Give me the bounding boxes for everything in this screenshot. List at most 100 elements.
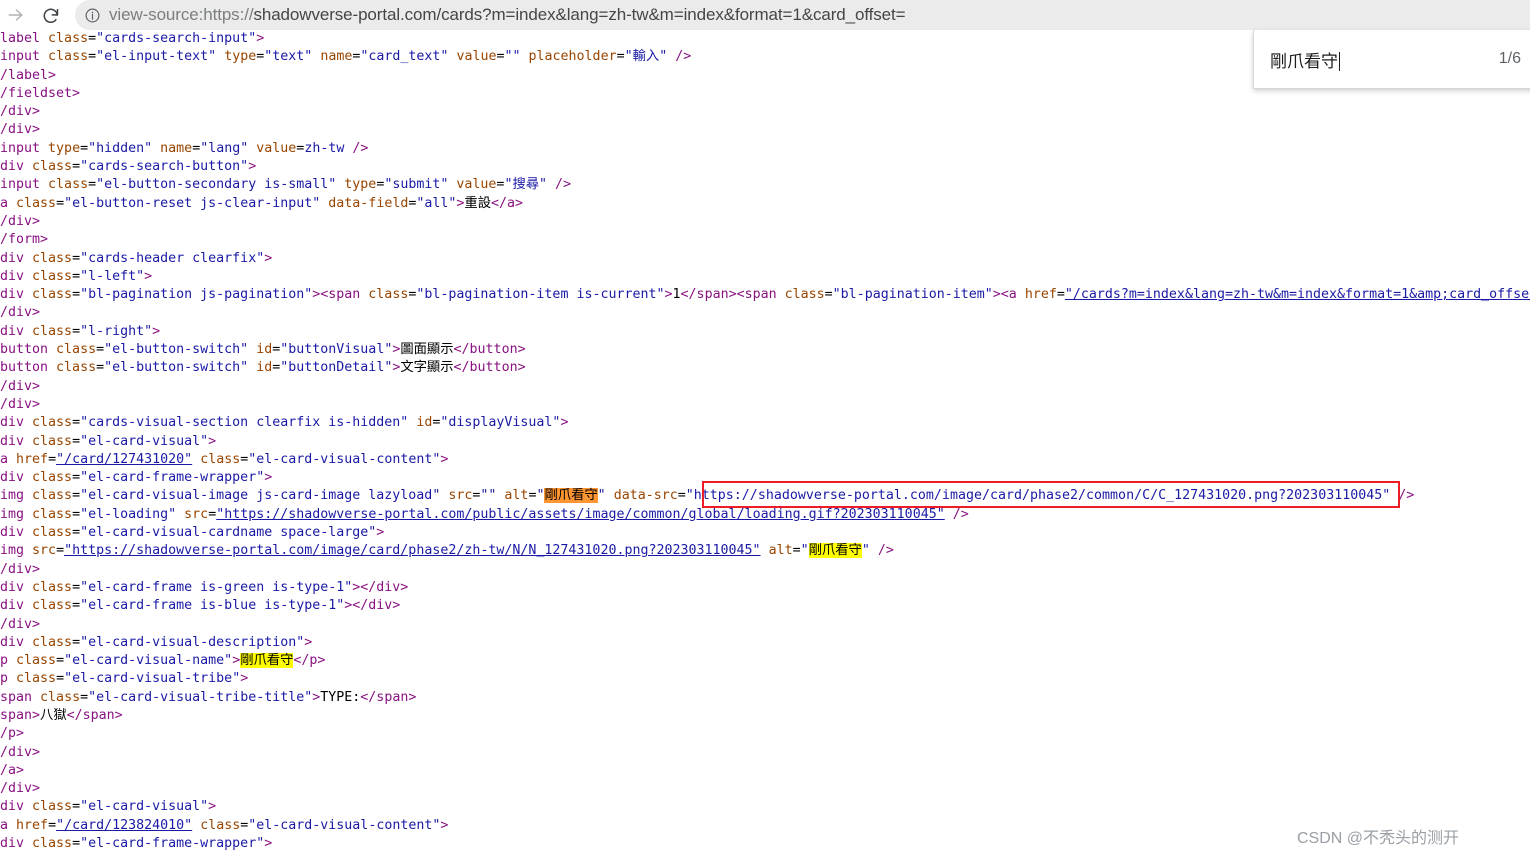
source-token: =: [72, 488, 81, 504]
source-token: class: [32, 433, 73, 449]
source-token: "": [504, 49, 521, 65]
source-token: 圖面顯示: [400, 342, 454, 358]
source-token: "all": [416, 195, 457, 211]
source-token: =: [56, 653, 65, 669]
source-token: "輸入": [624, 49, 668, 65]
source-token: class: [32, 287, 73, 303]
source-token: <div: [0, 268, 25, 284]
source-line: <div class="cards-visual-section clearfi…: [0, 414, 1530, 432]
source-token: "el-loading": [80, 506, 177, 522]
reload-icon: [43, 8, 58, 23]
source-token: =: [56, 543, 65, 559]
source-token: </div>: [0, 104, 41, 120]
source-token: >: [440, 817, 449, 833]
source-token: class: [32, 470, 73, 486]
view-source-content: <label class="cards-search-input"><input…: [0, 30, 1530, 853]
source-token: "buttonVisual": [280, 342, 393, 358]
source-token: =: [56, 671, 65, 687]
find-input[interactable]: 剛爪看守: [1254, 47, 1499, 72]
source-token: </div>: [0, 396, 41, 412]
source-token: class: [32, 159, 73, 175]
url-scheme: view-source:https://: [109, 5, 254, 24]
source-token: >: [304, 634, 313, 650]
reload-button[interactable]: [36, 2, 64, 28]
source-token: class: [32, 506, 73, 522]
forward-button[interactable]: [2, 2, 30, 28]
source-token: =: [72, 268, 81, 284]
source-token: class: [48, 177, 89, 193]
source-token: "el-card-visual-content": [248, 451, 441, 467]
source-token[interactable]: "/cards?m=index&lang=zh-tw&m=index&forma…: [1065, 287, 1530, 302]
site-info-icon[interactable]: [75, 7, 109, 24]
source-line: <div class="l-right">: [0, 323, 1530, 341]
source-token: <div: [0, 415, 25, 431]
source-token: =: [96, 342, 105, 358]
source-token[interactable]: "https://shadowverse-portal.com/image/ca…: [64, 543, 760, 558]
source-token: =: [72, 415, 81, 431]
source-token: <div: [0, 323, 25, 339]
source-token: class: [48, 49, 89, 65]
source-token: >: [376, 525, 385, 541]
source-token: class: [16, 671, 57, 687]
source-line: </div>: [0, 304, 1530, 322]
source-token: </p>: [293, 653, 326, 669]
source-token: <button: [0, 342, 49, 358]
find-match-count: 1/6: [1498, 50, 1521, 67]
source-token: <img: [0, 488, 25, 504]
source-token: "bl-pagination-item is-current": [416, 287, 665, 303]
source-token: =: [80, 140, 89, 156]
source-token: "card_text": [360, 49, 449, 65]
source-line: <img src="https://shadowverse-portal.com…: [0, 542, 1530, 560]
source-line: <div class="el-card-visual-cardname spac…: [0, 524, 1530, 542]
source-token: "el-card-visual-description": [80, 634, 305, 650]
source-token: <div: [0, 634, 25, 650]
source-token: =: [72, 287, 81, 303]
arrow-forward-icon: [8, 9, 23, 21]
source-token: ></div>: [344, 598, 401, 614]
address-bar[interactable]: view-source:https://shadowverse-portal.c…: [75, 0, 1530, 30]
source-token: alt: [504, 488, 529, 504]
source-token: =: [72, 470, 81, 486]
source-token: src: [32, 543, 57, 559]
source-token: class: [16, 195, 57, 211]
csdn-watermark: CSDN @不秃头的测开: [1297, 830, 1460, 847]
source-token[interactable]: "/card/123824010": [56, 818, 192, 833]
source-token: =: [56, 195, 65, 211]
url-rest: shadowverse-portal.com/cards?m=index&lan…: [253, 5, 906, 24]
source-token: value: [456, 177, 497, 193]
source-token: >: [440, 451, 449, 467]
source-token: ><a: [992, 287, 1025, 303]
source-token: type: [344, 177, 377, 193]
source-token: >: [208, 433, 217, 449]
source-line: </div>: [0, 396, 1530, 414]
source-token[interactable]: "https://shadowverse-portal.com/public/a…: [216, 507, 945, 522]
source-token: ><span: [312, 287, 369, 303]
source-token: =: [72, 159, 81, 175]
source-token: "el-button-secondary is-small": [96, 177, 337, 193]
source-token: </fieldset>: [0, 85, 81, 101]
source-token[interactable]: "/card/127431020": [56, 452, 192, 467]
source-token: class: [40, 689, 81, 705]
source-token: "el-input-text": [96, 49, 217, 65]
source-token: =: [80, 689, 89, 705]
source-token: [521, 49, 529, 64]
source-token: <div: [0, 159, 25, 175]
source-token: alt: [768, 543, 793, 559]
source-token: </span>: [360, 689, 417, 705]
source-line: <span class="el-card-visual-tribe-title"…: [0, 689, 1530, 707]
source-token: class: [200, 817, 241, 833]
source-token: "el-card-frame is-blue is-type-1": [80, 598, 345, 614]
source-token: "el-card-visual-cardname space-large": [80, 525, 377, 541]
source-token: <a: [0, 817, 9, 833]
source-token: =: [72, 598, 81, 614]
source-token: <div: [0, 250, 25, 266]
source-token: class: [200, 451, 241, 467]
source-token: </a>: [491, 195, 524, 211]
source-token: =: [72, 250, 81, 266]
source-token: src: [184, 506, 209, 522]
source-line: <div class="bl-pagination js-pagination"…: [0, 286, 1530, 304]
source-token: href: [16, 817, 49, 833]
source-token: />: [1390, 488, 1415, 504]
find-in-page-bar[interactable]: 剛爪看守 1/6: [1253, 30, 1530, 89]
source-token: class: [32, 268, 73, 284]
